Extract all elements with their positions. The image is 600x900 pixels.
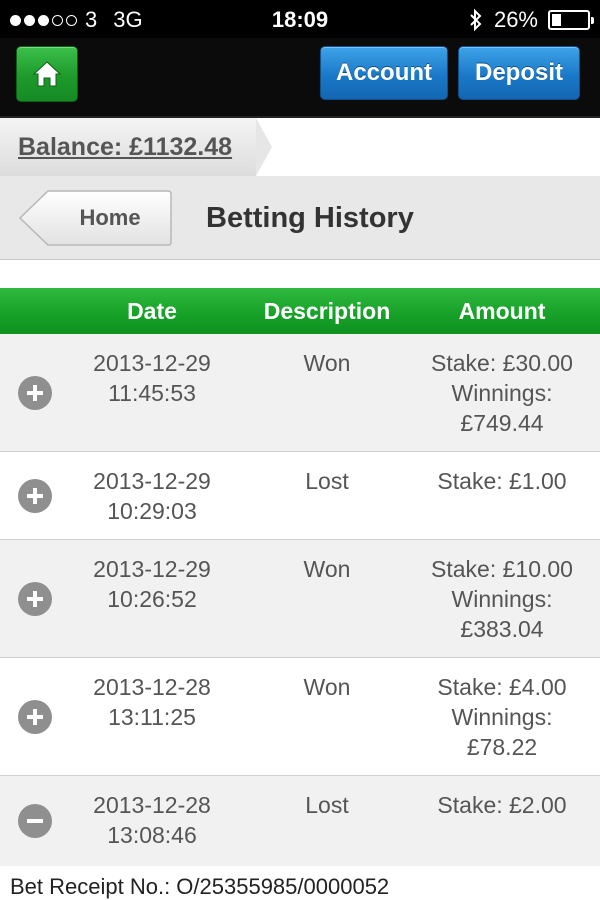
balance-link[interactable]: Balance: £1132.48 bbox=[18, 133, 232, 162]
table-row[interactable]: 2013-12-28 13:11:25 Won Stake: £4.00 Winni… bbox=[0, 658, 600, 776]
bet-date: 2013-12-28 13:11:25 bbox=[93, 674, 211, 730]
page-title: Betting History bbox=[206, 201, 414, 234]
column-header-description: Description bbox=[263, 297, 391, 324]
bet-amount: Stake: £4.00 Winnings: £78.22 bbox=[437, 674, 567, 760]
expand-plus-icon[interactable] bbox=[18, 376, 52, 410]
bet-result: Won bbox=[303, 350, 351, 376]
bet-result: Lost bbox=[305, 792, 349, 818]
bet-amount: Stake: £30.00 Winnings: £749.44 bbox=[431, 350, 573, 436]
bluetooth-icon bbox=[470, 8, 482, 32]
back-home-button[interactable]: Home bbox=[18, 190, 172, 246]
top-navigation: Account Deposit bbox=[0, 38, 600, 118]
account-button[interactable]: Account bbox=[320, 46, 448, 100]
table-row[interactable]: 2013-12-29 11:45:53 Won Stake: £30.00 Winn… bbox=[0, 334, 600, 452]
bet-result: Won bbox=[303, 556, 351, 582]
column-header-date: Date bbox=[127, 297, 177, 324]
balance-bar: Balance: £1132.48 bbox=[0, 118, 600, 176]
bet-amount: Stake: £2.00 bbox=[437, 792, 567, 818]
back-button-label: Home bbox=[79, 205, 141, 230]
status-bar: 3 3G 18:09 26% bbox=[0, 0, 600, 38]
home-icon bbox=[32, 61, 62, 87]
bet-date: 2013-12-29 10:29:03 bbox=[93, 468, 211, 524]
bet-receipt-number: Bet Receipt No.: O/25355985/0000052 bbox=[10, 874, 390, 899]
bet-date: 2013-12-29 11:45:53 bbox=[93, 350, 211, 406]
balance-arrow bbox=[256, 118, 272, 176]
balance-tab[interactable]: Balance: £1132.48 bbox=[0, 118, 256, 176]
table-row[interactable]: 2013-12-29 10:29:03 Lost Stake: £1.00 bbox=[0, 452, 600, 540]
table-header: Date Description Amount bbox=[0, 288, 600, 334]
expand-plus-icon[interactable] bbox=[18, 582, 52, 616]
carrier-name: 3 bbox=[85, 7, 98, 32]
bet-amount: Stake: £10.00 Winnings: £383.04 bbox=[431, 556, 573, 642]
expand-plus-icon[interactable] bbox=[18, 479, 52, 513]
column-header-amount: Amount bbox=[458, 297, 546, 324]
battery-icon bbox=[548, 10, 594, 30]
network-type: 3G bbox=[113, 7, 143, 32]
bet-amount: Stake: £1.00 bbox=[437, 468, 567, 494]
table-row[interactable]: 2013-12-28 13:08:46 Lost Stake: £2.00 bbox=[0, 776, 600, 866]
home-button[interactable] bbox=[16, 46, 78, 102]
expand-plus-icon[interactable] bbox=[18, 700, 52, 734]
collapse-minus-icon[interactable] bbox=[18, 804, 52, 838]
bet-date: 2013-12-29 10:26:52 bbox=[93, 556, 211, 612]
bet-result: Won bbox=[303, 674, 351, 700]
title-bar: Home Betting History bbox=[0, 176, 600, 260]
bet-result: Lost bbox=[305, 468, 349, 494]
deposit-button[interactable]: Deposit bbox=[458, 46, 580, 100]
table-row[interactable]: 2013-12-29 10:26:52 Won Stake: £10.00 Winn… bbox=[0, 540, 600, 658]
battery-percent: 26% bbox=[493, 7, 538, 32]
signal-strength-icon bbox=[10, 14, 77, 26]
bet-date: 2013-12-28 13:08:46 bbox=[93, 792, 211, 848]
